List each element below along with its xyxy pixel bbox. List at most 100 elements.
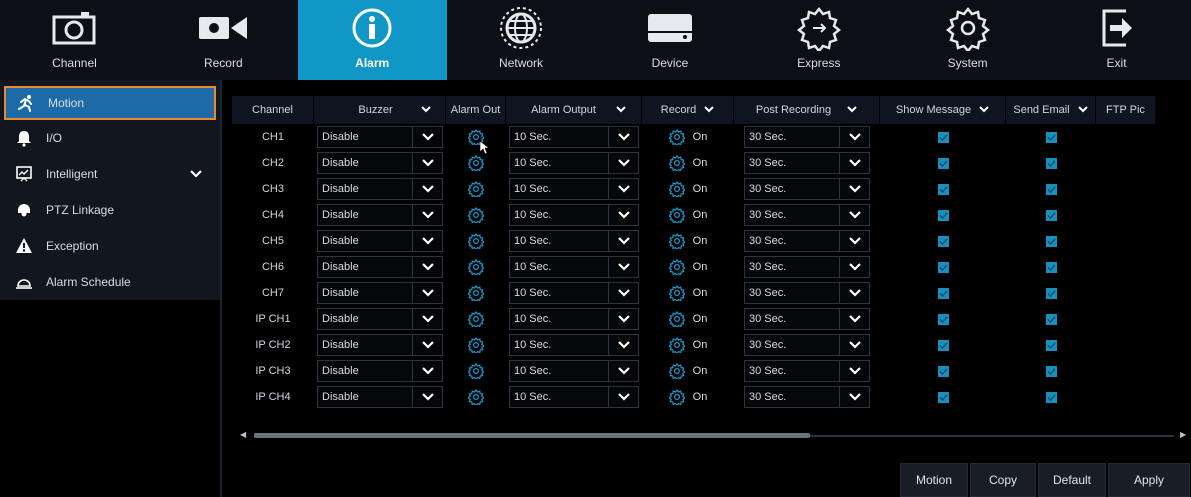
nav-system[interactable]: System <box>893 0 1042 80</box>
chevron-down-icon[interactable] <box>839 127 869 147</box>
chevron-down-icon[interactable] <box>616 104 626 116</box>
buzzer-select[interactable]: Disable <box>317 308 443 330</box>
show-message-checkbox[interactable] <box>937 287 949 299</box>
record-gear-icon[interactable] <box>668 389 685 405</box>
alarm-output-select[interactable]: 10 Sec. <box>509 230 639 252</box>
scroll-left-icon[interactable]: ◀ <box>240 430 250 440</box>
record-gear-icon[interactable] <box>668 337 685 353</box>
nav-channel[interactable]: Channel <box>0 0 149 80</box>
sidebar-item-exception[interactable]: Exception <box>4 228 216 264</box>
alarm-out-gear-icon[interactable] <box>468 207 484 223</box>
alarm-output-select[interactable]: 10 Sec. <box>509 282 639 304</box>
send-email-checkbox[interactable] <box>1045 391 1057 403</box>
send-email-checkbox[interactable] <box>1045 287 1057 299</box>
chevron-down-icon[interactable] <box>1077 104 1088 116</box>
chevron-down-icon[interactable] <box>608 179 638 199</box>
header-record[interactable]: Record <box>642 96 734 124</box>
post-recording-select[interactable]: 30 Sec. <box>744 204 870 226</box>
chevron-down-icon[interactable] <box>412 205 442 225</box>
record-gear-icon[interactable] <box>668 181 685 197</box>
chevron-down-icon[interactable] <box>704 104 714 116</box>
alarm-output-select[interactable]: 10 Sec. <box>509 334 639 356</box>
show-message-checkbox[interactable] <box>937 235 949 247</box>
nav-record[interactable]: Record <box>149 0 298 80</box>
post-recording-select[interactable]: 30 Sec. <box>744 308 870 330</box>
send-email-checkbox[interactable] <box>1045 235 1057 247</box>
buzzer-select[interactable]: Disable <box>317 282 443 304</box>
alarm-out-gear-icon[interactable] <box>468 259 484 275</box>
record-gear-icon[interactable] <box>668 155 685 171</box>
header-show-message[interactable]: Show Message <box>880 96 1006 124</box>
chevron-down-icon[interactable] <box>608 127 638 147</box>
chevron-down-icon[interactable] <box>839 335 869 355</box>
post-recording-select[interactable]: 30 Sec. <box>744 230 870 252</box>
nav-alarm[interactable]: Alarm <box>297 0 447 80</box>
nav-network[interactable]: Network <box>447 0 596 80</box>
header-alarm-output[interactable]: Alarm Output <box>506 96 642 124</box>
record-gear-icon[interactable] <box>668 129 685 145</box>
show-message-checkbox[interactable] <box>937 365 949 377</box>
alarm-out-gear-icon[interactable] <box>468 233 484 249</box>
record-gear-icon[interactable] <box>668 285 685 301</box>
alarm-out-gear-icon[interactable] <box>468 155 484 171</box>
header-post-recording[interactable]: Post Recording <box>734 96 880 124</box>
chevron-down-icon[interactable] <box>412 127 442 147</box>
show-message-checkbox[interactable] <box>937 339 949 351</box>
alarm-output-select[interactable]: 10 Sec. <box>509 360 639 382</box>
alarm-out-gear-icon[interactable] <box>468 337 484 353</box>
record-gear-icon[interactable] <box>668 207 685 223</box>
send-email-checkbox[interactable] <box>1045 261 1057 273</box>
sidebar-item-ptz-linkage[interactable]: PTZ Linkage <box>4 192 216 228</box>
sidebar-item-alarm-schedule[interactable]: Alarm Schedule <box>4 264 216 300</box>
nav-exit[interactable]: Exit <box>1042 0 1191 80</box>
chevron-down-icon[interactable] <box>608 283 638 303</box>
chevron-down-icon[interactable] <box>608 361 638 381</box>
chevron-down-icon[interactable] <box>839 205 869 225</box>
alarm-output-select[interactable]: 10 Sec. <box>509 386 639 408</box>
send-email-checkbox[interactable] <box>1045 339 1057 351</box>
chevron-down-icon[interactable] <box>412 387 442 407</box>
buzzer-select[interactable]: Disable <box>317 204 443 226</box>
apply-button[interactable]: Apply <box>1108 463 1190 497</box>
record-gear-icon[interactable] <box>668 311 685 327</box>
send-email-checkbox[interactable] <box>1045 209 1057 221</box>
send-email-checkbox[interactable] <box>1045 313 1057 325</box>
chevron-down-icon[interactable] <box>839 257 869 277</box>
alarm-out-gear-icon[interactable] <box>468 389 484 405</box>
post-recording-select[interactable]: 30 Sec. <box>744 334 870 356</box>
chevron-down-icon[interactable] <box>412 153 442 173</box>
copy-button[interactable]: Copy <box>970 463 1036 497</box>
chevron-down-icon[interactable] <box>412 257 442 277</box>
header-buzzer[interactable]: Buzzer <box>314 96 446 124</box>
chevron-down-icon[interactable] <box>412 283 442 303</box>
alarm-output-select[interactable]: 10 Sec. <box>509 178 639 200</box>
post-recording-select[interactable]: 30 Sec. <box>744 256 870 278</box>
buzzer-select[interactable]: Disable <box>317 230 443 252</box>
buzzer-select[interactable]: Disable <box>317 126 443 148</box>
chevron-down-icon[interactable] <box>608 387 638 407</box>
sidebar-item-io[interactable]: I/O <box>4 120 216 156</box>
buzzer-select[interactable]: Disable <box>317 256 443 278</box>
show-message-checkbox[interactable] <box>937 313 949 325</box>
alarm-out-gear-icon[interactable] <box>468 285 484 301</box>
record-gear-icon[interactable] <box>668 233 685 249</box>
chevron-down-icon[interactable] <box>608 335 638 355</box>
chevron-down-icon[interactable] <box>979 104 989 116</box>
post-recording-select[interactable]: 30 Sec. <box>744 126 870 148</box>
sidebar-item-intelligent[interactable]: Intelligent <box>4 156 216 192</box>
chevron-down-icon[interactable] <box>839 283 869 303</box>
sidebar-item-motion[interactable]: Motion <box>4 86 216 120</box>
chevron-down-icon[interactable] <box>839 153 869 173</box>
show-message-checkbox[interactable] <box>937 261 949 273</box>
chevron-down-icon[interactable] <box>839 179 869 199</box>
chevron-down-icon[interactable] <box>839 387 869 407</box>
horizontal-scrollbar[interactable]: ◀ ▶ <box>240 430 1190 440</box>
chevron-down-icon[interactable] <box>608 153 638 173</box>
buzzer-select[interactable]: Disable <box>317 360 443 382</box>
alarm-output-select[interactable]: 10 Sec. <box>509 308 639 330</box>
send-email-checkbox[interactable] <box>1045 365 1057 377</box>
chevron-down-icon[interactable] <box>839 309 869 329</box>
buzzer-select[interactable]: Disable <box>317 152 443 174</box>
record-gear-icon[interactable] <box>668 259 685 275</box>
buzzer-select[interactable]: Disable <box>317 178 443 200</box>
